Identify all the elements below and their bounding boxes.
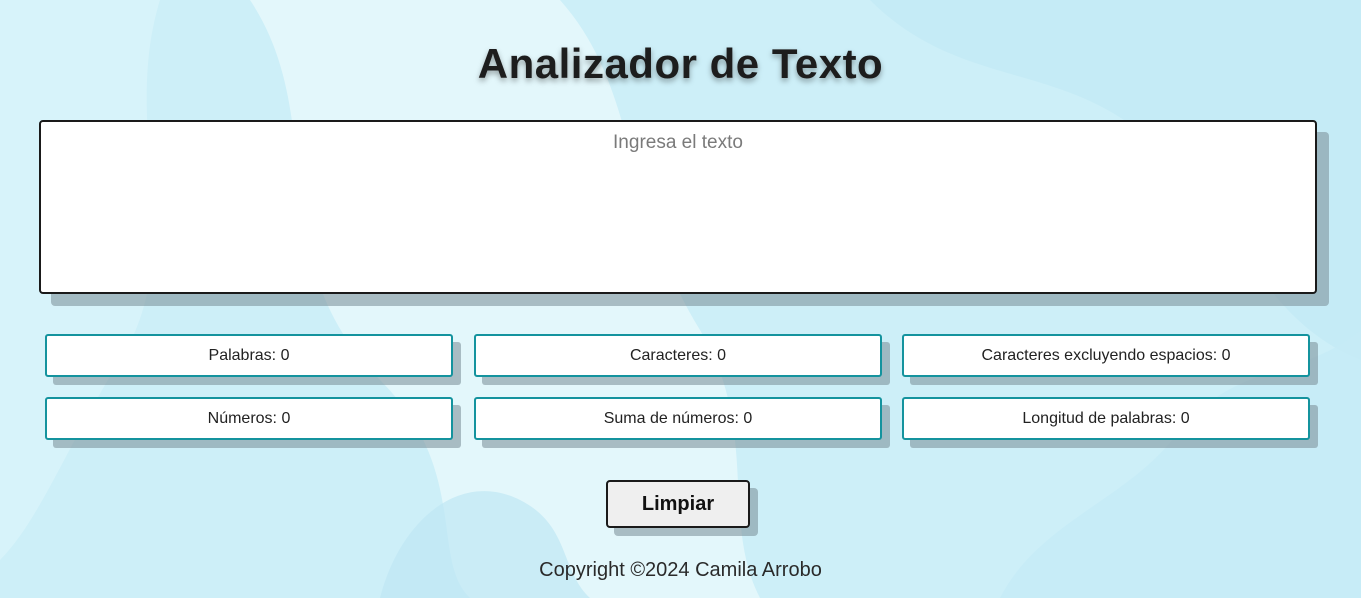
stat-word-length: Longitud de palabras: 0 <box>902 397 1318 448</box>
stat-numbers: Números: 0 <box>45 397 461 448</box>
page-content: Analizador de Texto Palabras: 0 Caracter… <box>0 0 1361 598</box>
stat-characters-no-spaces-label: Caracteres excluyendo espacios: 0 <box>902 334 1310 377</box>
stat-numbers-sum: Suma de números: 0 <box>474 397 890 448</box>
stat-characters-label: Caracteres: 0 <box>474 334 882 377</box>
stat-word-length-label: Longitud de palabras: 0 <box>902 397 1310 440</box>
stat-numbers-label: Números: 0 <box>45 397 453 440</box>
stat-characters-no-spaces: Caracteres excluyendo espacios: 0 <box>902 334 1318 385</box>
clear-button[interactable]: Limpiar <box>606 480 750 528</box>
text-input[interactable] <box>39 120 1317 294</box>
footer-copyright: Copyright ©2024 Camila Arrobo <box>539 559 822 581</box>
stat-numbers-sum-label: Suma de números: 0 <box>474 397 882 440</box>
stat-words-label: Palabras: 0 <box>45 334 453 377</box>
stat-characters: Caracteres: 0 <box>474 334 890 385</box>
stat-words: Palabras: 0 <box>45 334 461 385</box>
page-title: Analizador de Texto <box>477 40 884 87</box>
clear-button-container: Limpiar <box>606 480 758 536</box>
text-input-container <box>39 120 1329 306</box>
